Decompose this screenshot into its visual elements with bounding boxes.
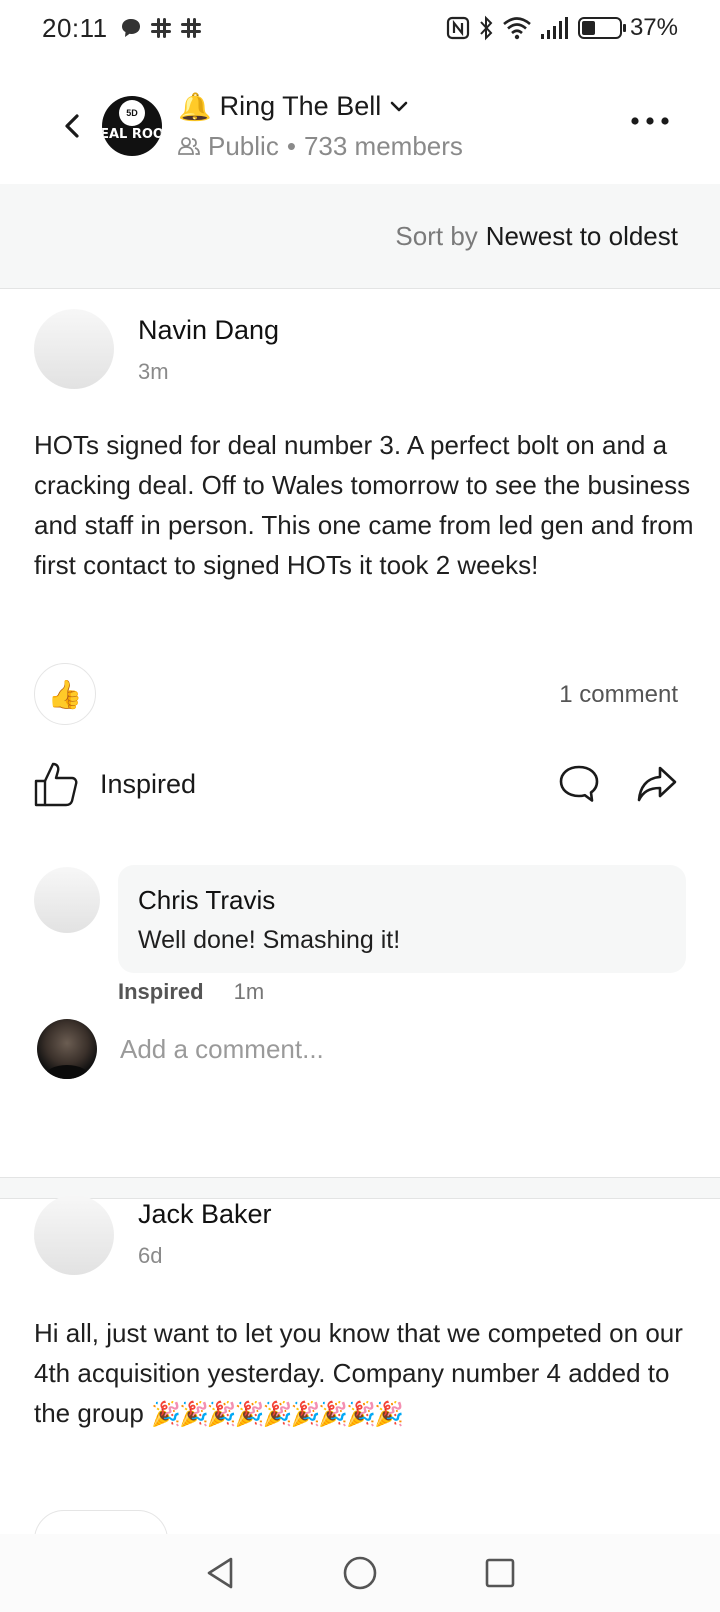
comment-text: Well done! Smashing it! <box>138 926 401 954</box>
wifi-icon <box>503 17 531 40</box>
comment-inspired-button[interactable]: Inspired <box>118 979 204 1005</box>
post-actions: Inspired <box>34 759 678 809</box>
author-name[interactable]: Navin Dang <box>138 315 279 346</box>
group-name: Ring The Bell <box>219 91 382 121</box>
action-icons <box>558 764 678 804</box>
comment-count[interactable]: 1 comment <box>559 681 678 709</box>
slack-icon <box>180 18 201 38</box>
more-horizontal-icon <box>631 117 669 125</box>
home-circle-icon <box>343 1556 377 1590</box>
system-icons: 37% <box>446 14 678 42</box>
inspired-button[interactable]: Inspired <box>100 769 196 800</box>
comment-time: 1m <box>233 979 265 1004</box>
nav-recents-button[interactable] <box>470 1543 530 1603</box>
bell-icon: 🔔 <box>178 91 212 122</box>
post-body: Hi all, just want to let you know that w… <box>34 1313 694 1435</box>
thumbs-up-icon[interactable] <box>34 761 78 807</box>
back-triangle-icon <box>207 1557 233 1589</box>
author-name[interactable]: Jack Baker <box>138 1199 272 1230</box>
current-user-avatar <box>37 1019 97 1079</box>
notification-icons <box>120 17 202 39</box>
group-info[interactable]: 🔔 Ring The Bell Public • 733 members <box>178 91 463 162</box>
comment-author[interactable]: Chris Travis <box>138 885 666 916</box>
author-avatar[interactable] <box>34 1195 114 1275</box>
battery-percent: 37% <box>629 14 678 41</box>
separator-dot: • <box>286 130 296 161</box>
author-avatar[interactable] <box>34 309 114 389</box>
logo-badge: 5D <box>119 100 145 126</box>
chevron-down-icon <box>390 101 408 111</box>
sort-label: Sort by <box>395 220 478 251</box>
chevron-left-icon <box>65 114 79 138</box>
logo-text: EAL ROO <box>102 127 162 142</box>
sort-bar: Sort by Newest to oldest <box>0 184 720 288</box>
member-count: 733 members <box>303 130 463 161</box>
group-header: 5D EAL ROO 🔔 Ring The Bell Public • 733 … <box>0 70 720 182</box>
status-time: 20:11 <box>42 12 108 43</box>
nav-back-button[interactable] <box>190 1543 250 1603</box>
slack-icon <box>150 18 171 38</box>
chat-bubble-icon <box>121 19 140 37</box>
post-card: Navin Dang 3m HOTs signed for deal numbe… <box>0 288 720 1178</box>
visibility-label: Public <box>208 130 279 161</box>
post-time: 6d <box>138 1243 163 1268</box>
post-time: 3m <box>138 359 169 384</box>
bluetooth-icon <box>480 15 493 41</box>
comment-bubble: Chris Travis Well done! Smashing it! <box>118 865 686 973</box>
group-logo[interactable]: 5D EAL ROO <box>102 96 162 156</box>
share-icon[interactable] <box>636 765 678 803</box>
group-subtitle: Public • 733 members <box>178 131 463 162</box>
members-icon <box>178 137 200 155</box>
add-comment-input[interactable] <box>120 1027 680 1071</box>
nfc-icon <box>446 16 470 40</box>
more-options-button[interactable] <box>628 106 672 136</box>
commenter-avatar[interactable] <box>34 867 100 933</box>
feed-divider <box>0 1178 720 1198</box>
nav-home-button[interactable] <box>330 1543 390 1603</box>
system-navigation-bar <box>0 1534 720 1612</box>
battery-icon <box>577 17 626 39</box>
party-popper-emojis: 🎉🎉🎉🎉🎉🎉🎉🎉🎉 <box>151 1401 404 1428</box>
group-title[interactable]: 🔔 Ring The Bell <box>178 91 463 123</box>
status-bar: 20:11 37% <box>0 0 720 56</box>
sort-dropdown[interactable]: Newest to oldest <box>486 221 678 252</box>
post-body: HOTs signed for deal number 3. A perfect… <box>34 430 694 580</box>
comment-meta: Inspired 1m <box>118 979 264 1005</box>
thumbs-up-emoji-icon: 👍 <box>47 678 83 710</box>
back-button[interactable] <box>42 96 102 156</box>
signal-icon <box>540 17 568 39</box>
reaction-summary[interactable]: 👍 <box>34 663 96 725</box>
recents-square-icon <box>485 1558 515 1588</box>
comment-icon[interactable] <box>558 764 600 804</box>
